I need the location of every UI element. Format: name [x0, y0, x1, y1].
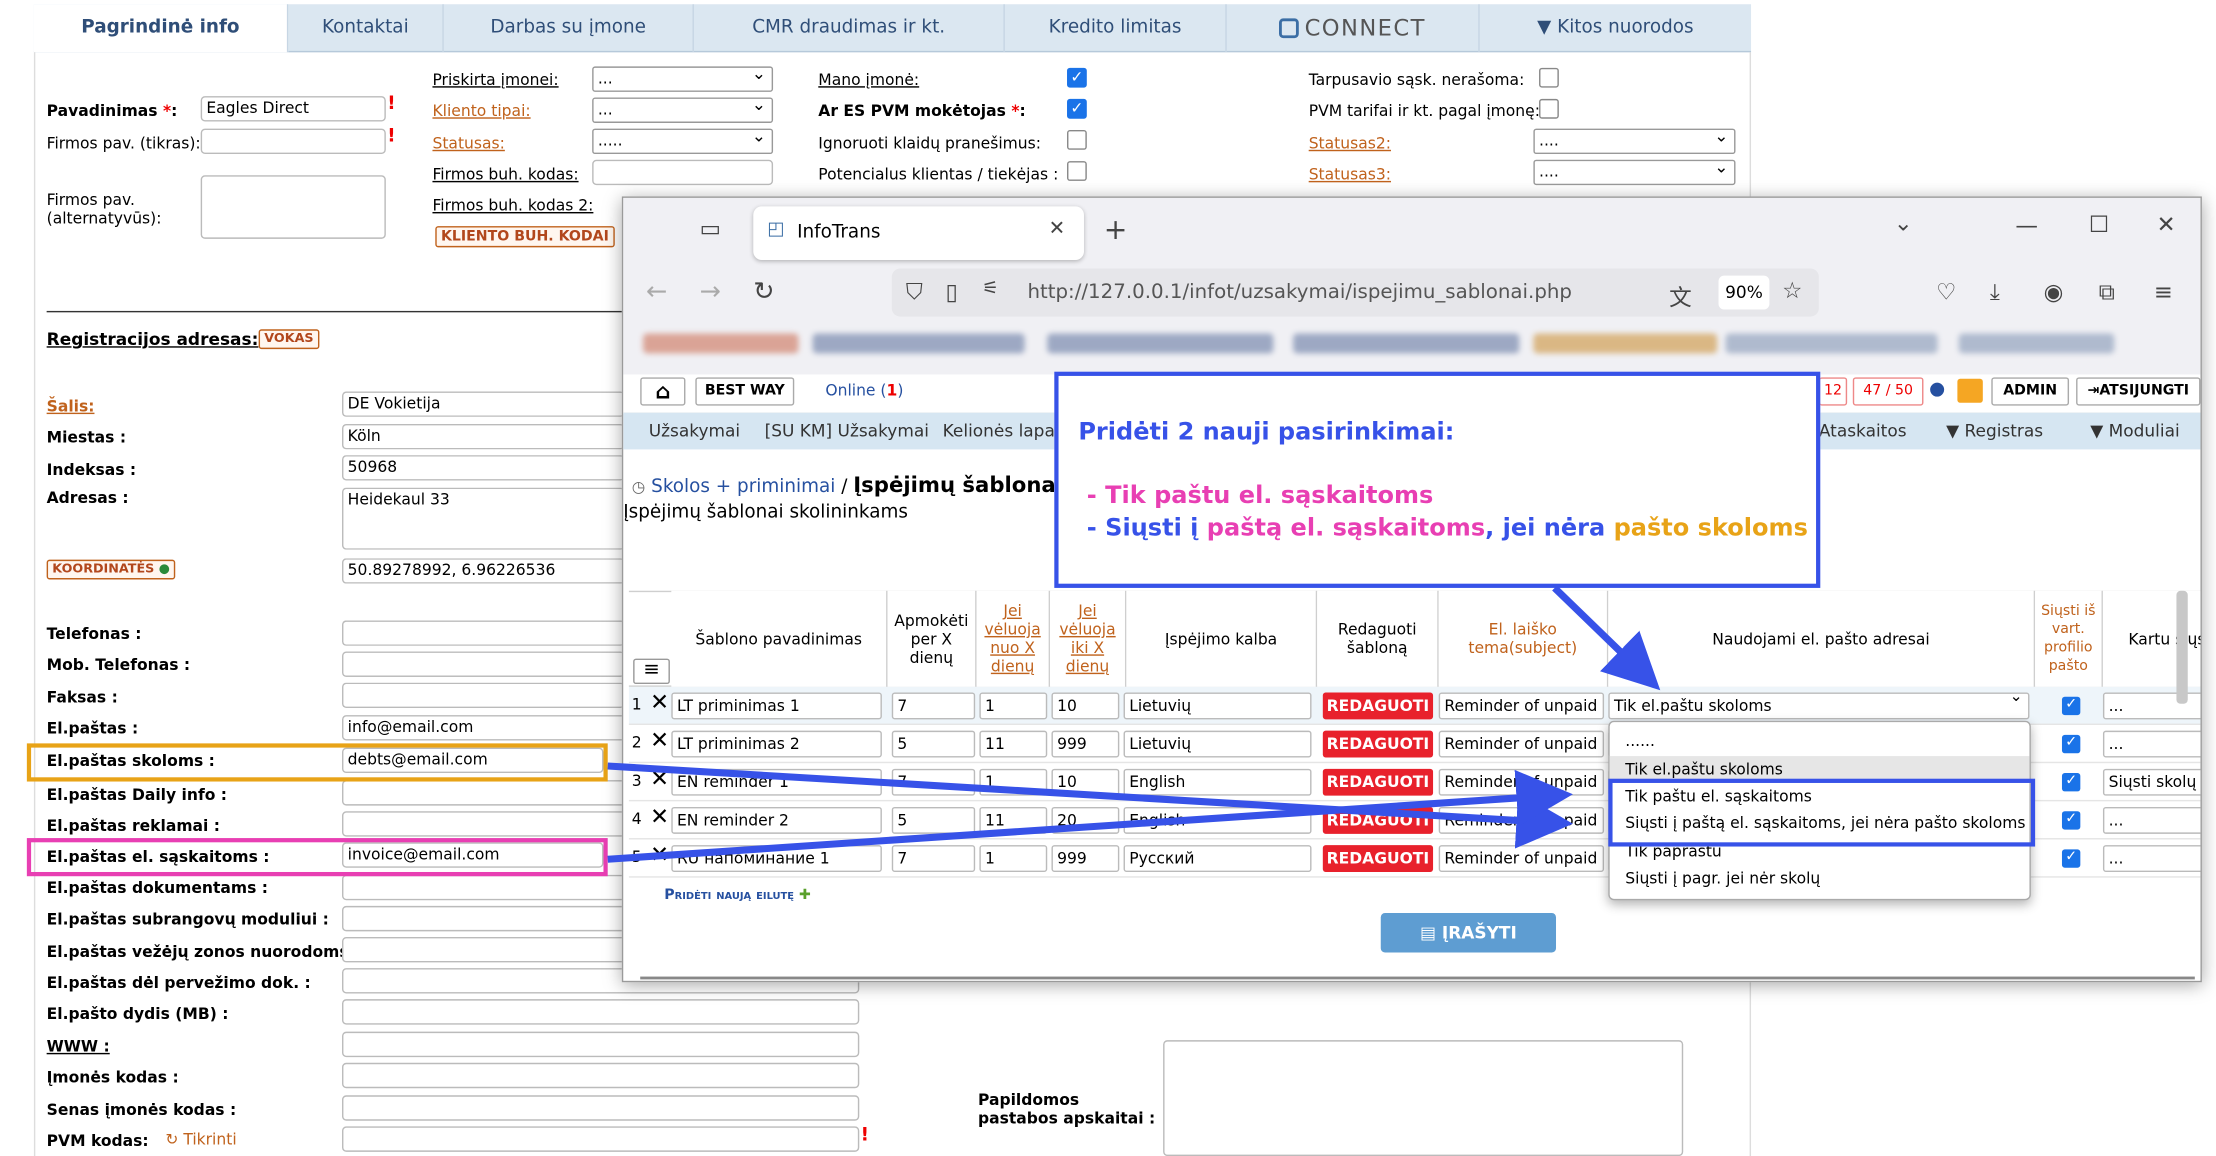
arrow-skoloms: [607, 762, 1573, 849]
annotation-arrows: [607, 585, 1661, 863]
arrow-callout: [1552, 585, 1661, 691]
arrow-saskaitoms: [607, 769, 1573, 863]
